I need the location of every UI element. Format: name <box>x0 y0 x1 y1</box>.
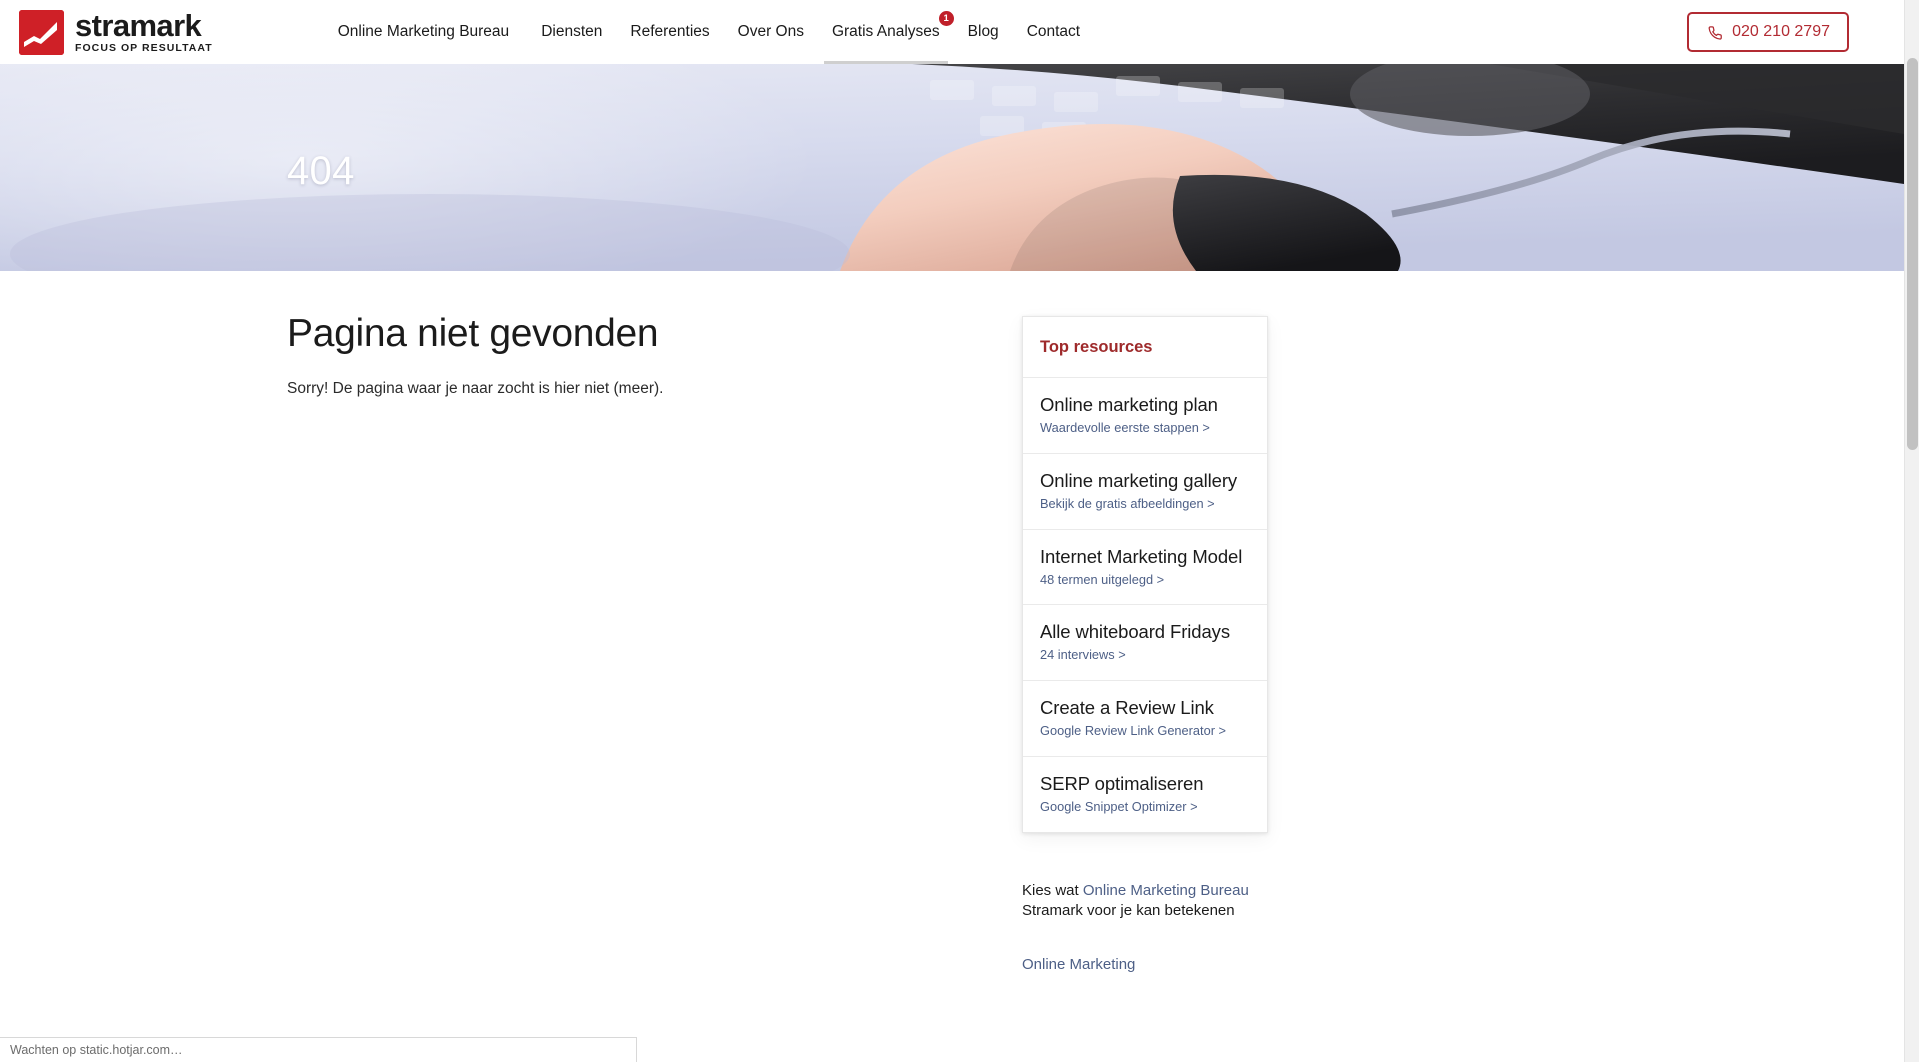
sidebar-link-list: Online Marketing <box>1022 954 1268 976</box>
phone-call-button[interactable]: 020 210 2797 <box>1687 12 1849 52</box>
resource-title: SERP optimaliseren <box>1040 772 1204 794</box>
resource-subtitle: Bekijk de gratis afbeeldingen > <box>1040 495 1215 511</box>
logo-tagline: FOCUS OP RESULTAAT <box>75 42 213 55</box>
stramark-logo-icon <box>19 9 64 55</box>
nav-item-contact[interactable]: Contact <box>1013 0 1094 64</box>
logo-name: stramark <box>75 8 202 44</box>
sidebar-note: Kies wat Online Marketing Bureau Stramar… <box>1022 881 1272 922</box>
page-root: stramark FOCUS OP RESULTAAT Online Marke… <box>0 0 1904 1062</box>
nav-label: Referenties <box>630 23 710 40</box>
page-title: Pagina niet gevonden <box>287 312 659 355</box>
site-logo[interactable]: stramark FOCUS OP RESULTAAT <box>19 9 213 55</box>
sidebar-link-online-marketing[interactable]: Online Marketing <box>1022 954 1268 976</box>
resource-item-serp-optimaliseren[interactable]: SERP optimaliseren Google Snippet Optimi… <box>1023 757 1267 832</box>
hero-content: 404 <box>0 64 1904 271</box>
sidebar-note-link[interactable]: Online Marketing Bureau <box>1083 882 1249 899</box>
error-article: Pagina niet gevonden Sorry! De pagina wa… <box>287 312 927 400</box>
top-resources-title: Top resources <box>1023 317 1267 378</box>
resource-subtitle: Google Snippet Optimizer > <box>1040 798 1198 814</box>
phone-icon <box>1706 24 1723 41</box>
resource-title: Internet Marketing Model <box>1040 545 1243 567</box>
sidebar: Top resources Online marketing plan Waar… <box>1022 316 1268 975</box>
top-resources-card: Top resources Online marketing plan Waar… <box>1022 316 1268 833</box>
vertical-scrollbar-track[interactable] <box>1904 0 1919 1062</box>
page-subtitle: Sorry! De pagina waar je naar zocht is h… <box>287 379 664 397</box>
browser-status-bar: Wachten op static.hotjar.com… <box>0 1037 637 1062</box>
nav-item-gratis-analyses[interactable]: Gratis Analyses 1 <box>818 0 954 64</box>
logo-wordmark: stramark FOCUS OP RESULTAAT <box>75 10 213 54</box>
hero-error-code: 404 <box>287 149 355 193</box>
nav-badge-count: 1 <box>938 11 954 26</box>
status-bar-text: Wachten op static.hotjar.com… <box>10 1043 183 1057</box>
resource-subtitle: Waardevolle eerste stappen > <box>1040 420 1210 436</box>
nav-item-blog[interactable]: Blog <box>954 0 1013 64</box>
nav-item-online-marketing-bureau[interactable]: Online Marketing Bureau <box>320 0 527 64</box>
resource-subtitle: 48 termen uitgelegd > <box>1040 571 1165 587</box>
nav-label: Over Ons <box>737 23 804 40</box>
resource-subtitle: 24 interviews > <box>1040 647 1126 663</box>
resource-item-internet-marketing-model[interactable]: Internet Marketing Model 48 termen uitge… <box>1023 530 1267 606</box>
resource-item-create-a-review-link[interactable]: Create a Review Link Google Review Link … <box>1023 681 1267 757</box>
nav-label: Blog <box>967 23 999 40</box>
resource-title: Create a Review Link <box>1040 697 1214 718</box>
nav-label: Gratis Analyses <box>831 23 940 40</box>
nav-label: Diensten <box>541 23 603 40</box>
resource-subtitle: Google Review Link Generator > <box>1040 723 1227 739</box>
resource-item-online-marketing-plan[interactable]: Online marketing plan Waardevolle eerste… <box>1023 378 1267 454</box>
hero-banner: 404 <box>0 64 1904 271</box>
nav-label: Contact <box>1026 23 1081 40</box>
site-header: stramark FOCUS OP RESULTAAT Online Marke… <box>0 0 1904 64</box>
resource-item-online-marketing-gallery[interactable]: Online marketing gallery Bekijk de grati… <box>1023 454 1267 530</box>
sidebar-note-prefix: Kies wat <box>1022 881 1083 899</box>
sidebar-note-suffix: Stramark voor je kan betekenen <box>1022 902 1235 920</box>
nav-label: Online Marketing Bureau <box>337 23 510 40</box>
vertical-scrollbar-thumb[interactable] <box>1907 58 1918 450</box>
resource-title: Online marketing plan <box>1040 394 1218 415</box>
nav-item-referenties[interactable]: Referenties <box>616 0 723 64</box>
nav-item-over-ons[interactable]: Over Ons <box>724 0 818 64</box>
browser-viewport: stramark FOCUS OP RESULTAAT Online Marke… <box>0 0 1919 1062</box>
nav-item-diensten[interactable]: Diensten <box>527 0 616 64</box>
resource-title: Alle whiteboard Fridays <box>1040 621 1230 643</box>
main-navigation: Online Marketing Bureau Diensten Referen… <box>320 0 1094 64</box>
resource-item-alle-whiteboard-fridays[interactable]: Alle whiteboard Fridays 24 interviews > <box>1023 605 1267 681</box>
main-content: Pagina niet gevonden Sorry! De pagina wa… <box>0 271 1904 1062</box>
resource-title: Online marketing gallery <box>1040 469 1238 491</box>
phone-number-label: 020 210 2797 <box>1732 23 1830 40</box>
